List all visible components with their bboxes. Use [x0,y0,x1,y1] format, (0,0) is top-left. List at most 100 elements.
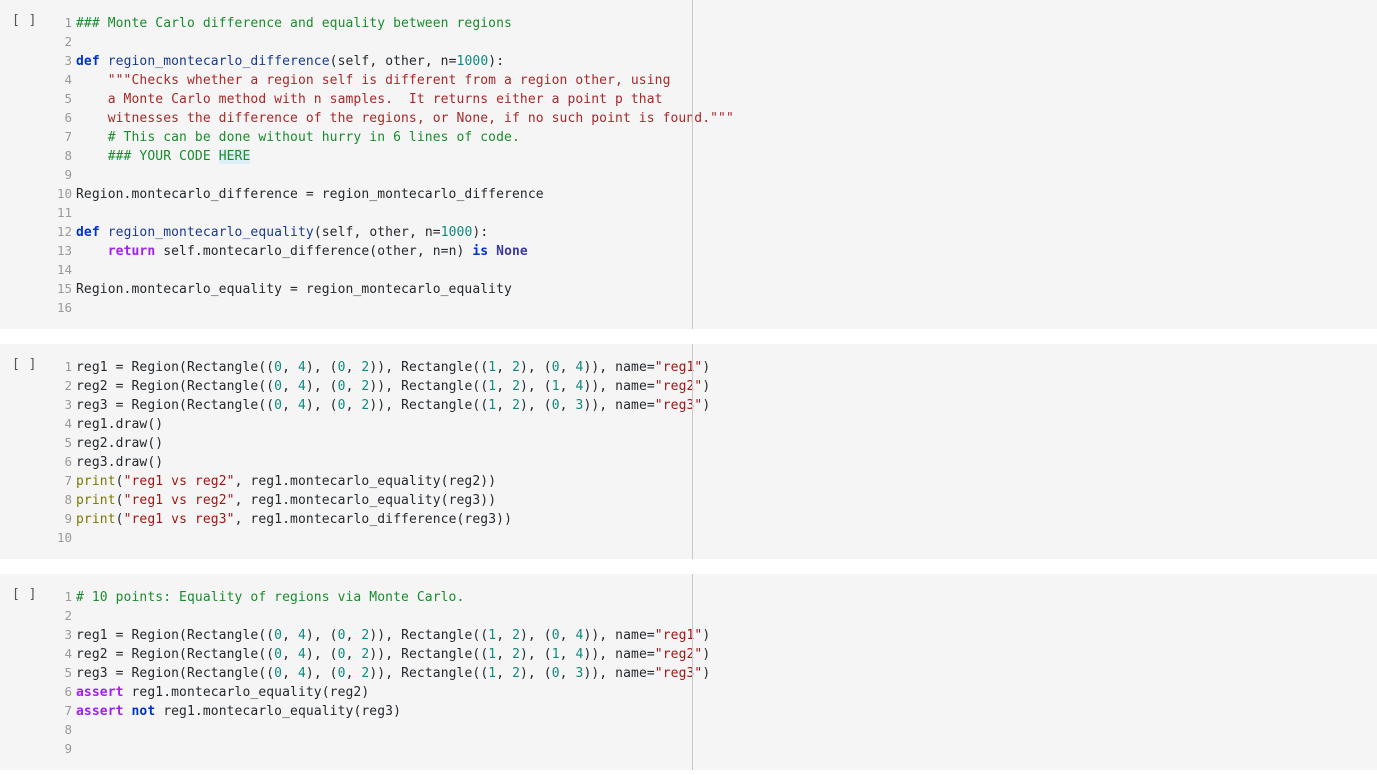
code-token: 0 [551,398,560,413]
code-line[interactable]: 11 [44,203,1377,222]
code-token: , [345,628,362,643]
code-token: Region.montecarlo_difference = region_mo… [76,187,544,202]
line-number: 2 [64,34,72,49]
notebook-cell[interactable]: [ ] 1 reg1 = Region(Rectangle((0, 4), (0, … [0,344,1377,559]
line-number: 16 [56,300,72,315]
code-editor[interactable]: 1 reg1 = Region(Rectangle((0, 4), (0, 2))… [44,344,1377,559]
code-line[interactable]: 16 [44,298,1377,317]
code-line[interactable]: 3 reg3 = Region(Rectangle((0, 4), (0, 2))… [44,395,1377,414]
code-token: , [559,379,576,394]
code-line[interactable]: 14 [44,260,1377,279]
code-token: 0 [274,628,283,643]
code-token: )), name= [583,360,655,375]
code-token: HERE [218,149,251,164]
code-line[interactable]: 10 Region.montecarlo_difference = region_… [44,184,1377,203]
line-source: def region_montecarlo_equality(self, oth… [76,223,488,242]
notebook-cell[interactable]: [ ] 1 ### Monte Carlo difference and equal… [0,0,1377,329]
cell-run-prompt[interactable]: [ ] [0,344,44,372]
code-line[interactable]: 6 assert reg1.montecarlo_equality(reg2) [44,682,1377,701]
code-token: 1 [488,647,497,662]
code-line[interactable]: 8 print("reg1 vs reg2", reg1.montecarlo_e… [44,490,1377,509]
code-line[interactable]: 1 ### Monte Carlo difference and equality… [44,13,1377,32]
code-line[interactable]: 15 Region.montecarlo_equality = region_mo… [44,279,1377,298]
code-token: 4 [297,360,306,375]
code-line[interactable]: 2 [44,32,1377,51]
code-line[interactable]: 9 [44,739,1377,758]
code-line[interactable]: 7 print("reg1 vs reg2", reg1.montecarlo_e… [44,471,1377,490]
code-token: , [496,379,513,394]
code-token: ) [702,360,711,375]
cell-run-prompt[interactable]: [ ] [0,0,44,28]
code-token: , [496,360,513,375]
code-line[interactable]: 5 reg3 = Region(Rectangle((0, 4), (0, 2))… [44,663,1377,682]
code-token: assert [76,704,124,719]
code-token: 2 [512,398,520,413]
code-token: ): [488,54,505,69]
code-line[interactable]: 6 witnesses the difference of the region… [44,108,1377,127]
code-token: reg1.montecarlo_equality(reg3) [155,704,402,719]
code-token: 4 [297,628,306,643]
line-number: 11 [56,205,72,220]
line-number: 9 [64,167,72,182]
code-line[interactable]: 4 """Checks whether a region self is dif… [44,70,1377,89]
code-token: , [559,628,576,643]
code-line[interactable]: 2 reg2 = Region(Rectangle((0, 4), (0, 2))… [44,376,1377,395]
code-line[interactable]: 9 [44,165,1377,184]
code-line[interactable]: 8 [44,720,1377,739]
code-token: None [496,244,528,259]
code-token: print [76,512,116,527]
line-number: 8 [64,148,72,163]
code-token: 0 [274,647,283,662]
code-token: reg2.draw() [76,436,164,451]
line-source: Region.montecarlo_difference = region_mo… [76,185,544,204]
code-line[interactable]: 4 reg2 = Region(Rectangle((0, 4), (0, 2))… [44,644,1377,663]
code-line[interactable]: 6 reg3.draw() [44,452,1377,471]
cell-run-prompt[interactable]: [ ] [0,574,44,602]
code-token: "reg2" [654,379,703,394]
code-token: "reg1 vs reg2" [123,474,235,489]
code-token: def [76,54,108,69]
code-token: print [76,474,116,489]
line-source: reg1 = Region(Rectangle((0, 4), (0, 2)),… [76,358,710,377]
code-token: 0 [551,666,560,681]
code-line[interactable]: 2 [44,606,1377,625]
code-token: , [559,360,576,375]
code-line[interactable]: 12 def region_montecarlo_equality(self, o… [44,222,1377,241]
line-number: 13 [56,243,72,258]
code-line[interactable]: 7 assert not reg1.montecarlo_equality(reg… [44,701,1377,720]
code-token: 4 [297,647,306,662]
code-token: reg1 = Region(Rectangle(( [76,628,275,643]
code-line[interactable]: 10 [44,528,1377,547]
code-token: a Monte Carlo method with n samples. It … [76,92,663,107]
code-line[interactable]: 3 def region_montecarlo_difference(self, … [44,51,1377,70]
code-token: "reg1 vs reg3" [123,512,235,527]
line-source: reg1 = Region(Rectangle((0, 4), (0, 2)),… [76,626,710,645]
code-token: ), ( [520,647,552,662]
code-line[interactable]: 5 a Monte Carlo method with n samples. I… [44,89,1377,108]
code-line[interactable]: 9 print("reg1 vs reg3", reg1.montecarlo_d… [44,509,1377,528]
notebook-cell[interactable]: [ ] 1 # 10 points: Equality of regions via… [0,574,1377,770]
code-token: , [559,398,576,413]
code-token: 2 [512,379,520,394]
code-token: 1000 [440,225,473,240]
code-line[interactable]: 1 # 10 points: Equality of regions via Mo… [44,587,1377,606]
code-token: not [131,704,156,719]
code-token: ), ( [520,398,552,413]
code-line[interactable]: 13 return self.montecarlo_difference(oth… [44,241,1377,260]
code-line[interactable]: 1 reg1 = Region(Rectangle((0, 4), (0, 2))… [44,357,1377,376]
code-line[interactable]: 4 reg1.draw() [44,414,1377,433]
line-source: assert not reg1.montecarlo_equality(reg3… [76,702,401,721]
code-editor[interactable]: 1 # 10 points: Equality of regions via Mo… [44,574,1377,770]
code-token: 0 [337,666,346,681]
code-editor[interactable]: 1 ### Monte Carlo difference and equality… [44,0,1377,329]
code-token: other [369,225,409,240]
line-source: reg3 = Region(Rectangle((0, 4), (0, 2)),… [76,664,710,683]
code-line[interactable]: 8 ### YOUR CODE HERE [44,146,1377,165]
code-token: )), Rectangle(( [369,647,489,662]
code-line[interactable]: 7 # This can be done without hurry in 6 … [44,127,1377,146]
code-token: )), Rectangle(( [369,379,489,394]
line-source: return self.montecarlo_difference(other,… [76,242,528,261]
code-line[interactable]: 5 reg2.draw() [44,433,1377,452]
code-line[interactable]: 3 reg1 = Region(Rectangle((0, 4), (0, 2))… [44,625,1377,644]
line-number: 1 [64,15,72,30]
